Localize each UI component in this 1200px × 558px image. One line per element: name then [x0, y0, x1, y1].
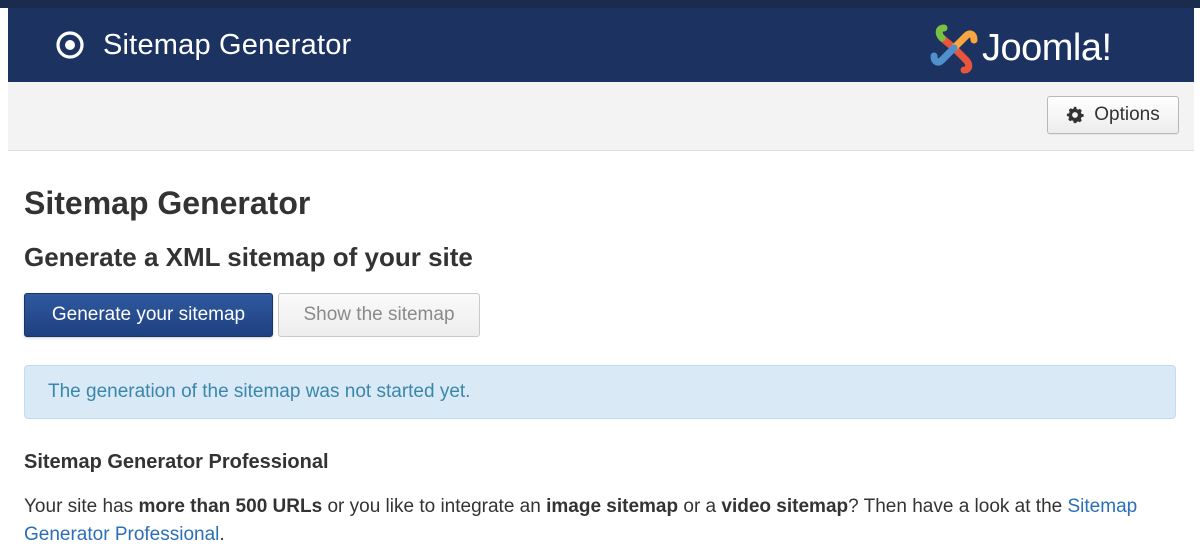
- header-title: Sitemap Generator: [103, 29, 352, 61]
- pro-heading: Sitemap Generator Professional: [24, 451, 329, 473]
- main-content: Sitemap Generator Generate a XML sitemap…: [8, 151, 1194, 558]
- page-title: Sitemap Generator: [24, 185, 311, 221]
- joomla-mark-icon: [930, 24, 978, 74]
- pro-text-part2: or you like to integrate an: [322, 496, 547, 517]
- app-window: Sitemap Generator Joomla! Options Sitema…: [0, 0, 1200, 558]
- left-edge: [0, 8, 8, 558]
- joomla-wordmark: Joomla!: [982, 27, 1112, 69]
- pro-text-part4: ? Then have a look at the: [848, 496, 1068, 517]
- target-circle-icon: [56, 31, 84, 59]
- joomla-logo[interactable]: Joomla!: [928, 16, 1168, 74]
- status-alert: The generation of the sitemap was not st…: [24, 365, 1176, 419]
- generate-sitemap-button[interactable]: Generate your sitemap: [24, 293, 273, 337]
- pro-text-part1: Your site has: [24, 496, 139, 517]
- status-message: The generation of the sitemap was not st…: [48, 381, 471, 402]
- header-bar: Sitemap Generator Joomla!: [8, 8, 1194, 82]
- browser-top-strip: [0, 0, 1200, 8]
- right-edge: [1194, 8, 1200, 558]
- page-subtitle: Generate a XML sitemap of your site: [24, 242, 473, 272]
- show-sitemap-button[interactable]: Show the sitemap: [278, 293, 480, 337]
- pro-text-part5: .: [219, 524, 225, 545]
- pro-text-part3: or a: [678, 496, 722, 517]
- pro-description: Your site has more than 500 URLs or you …: [24, 493, 1184, 549]
- pro-text-bold-urls: more than 500 URLs: [138, 496, 323, 517]
- pro-text-bold-image: image sitemap: [546, 496, 679, 517]
- options-button[interactable]: Options: [1047, 96, 1179, 134]
- gear-icon: [1067, 106, 1084, 124]
- pro-text-bold-video: video sitemap: [721, 496, 849, 517]
- toolbar: Options: [8, 82, 1194, 151]
- options-label: Options: [1094, 104, 1160, 125]
